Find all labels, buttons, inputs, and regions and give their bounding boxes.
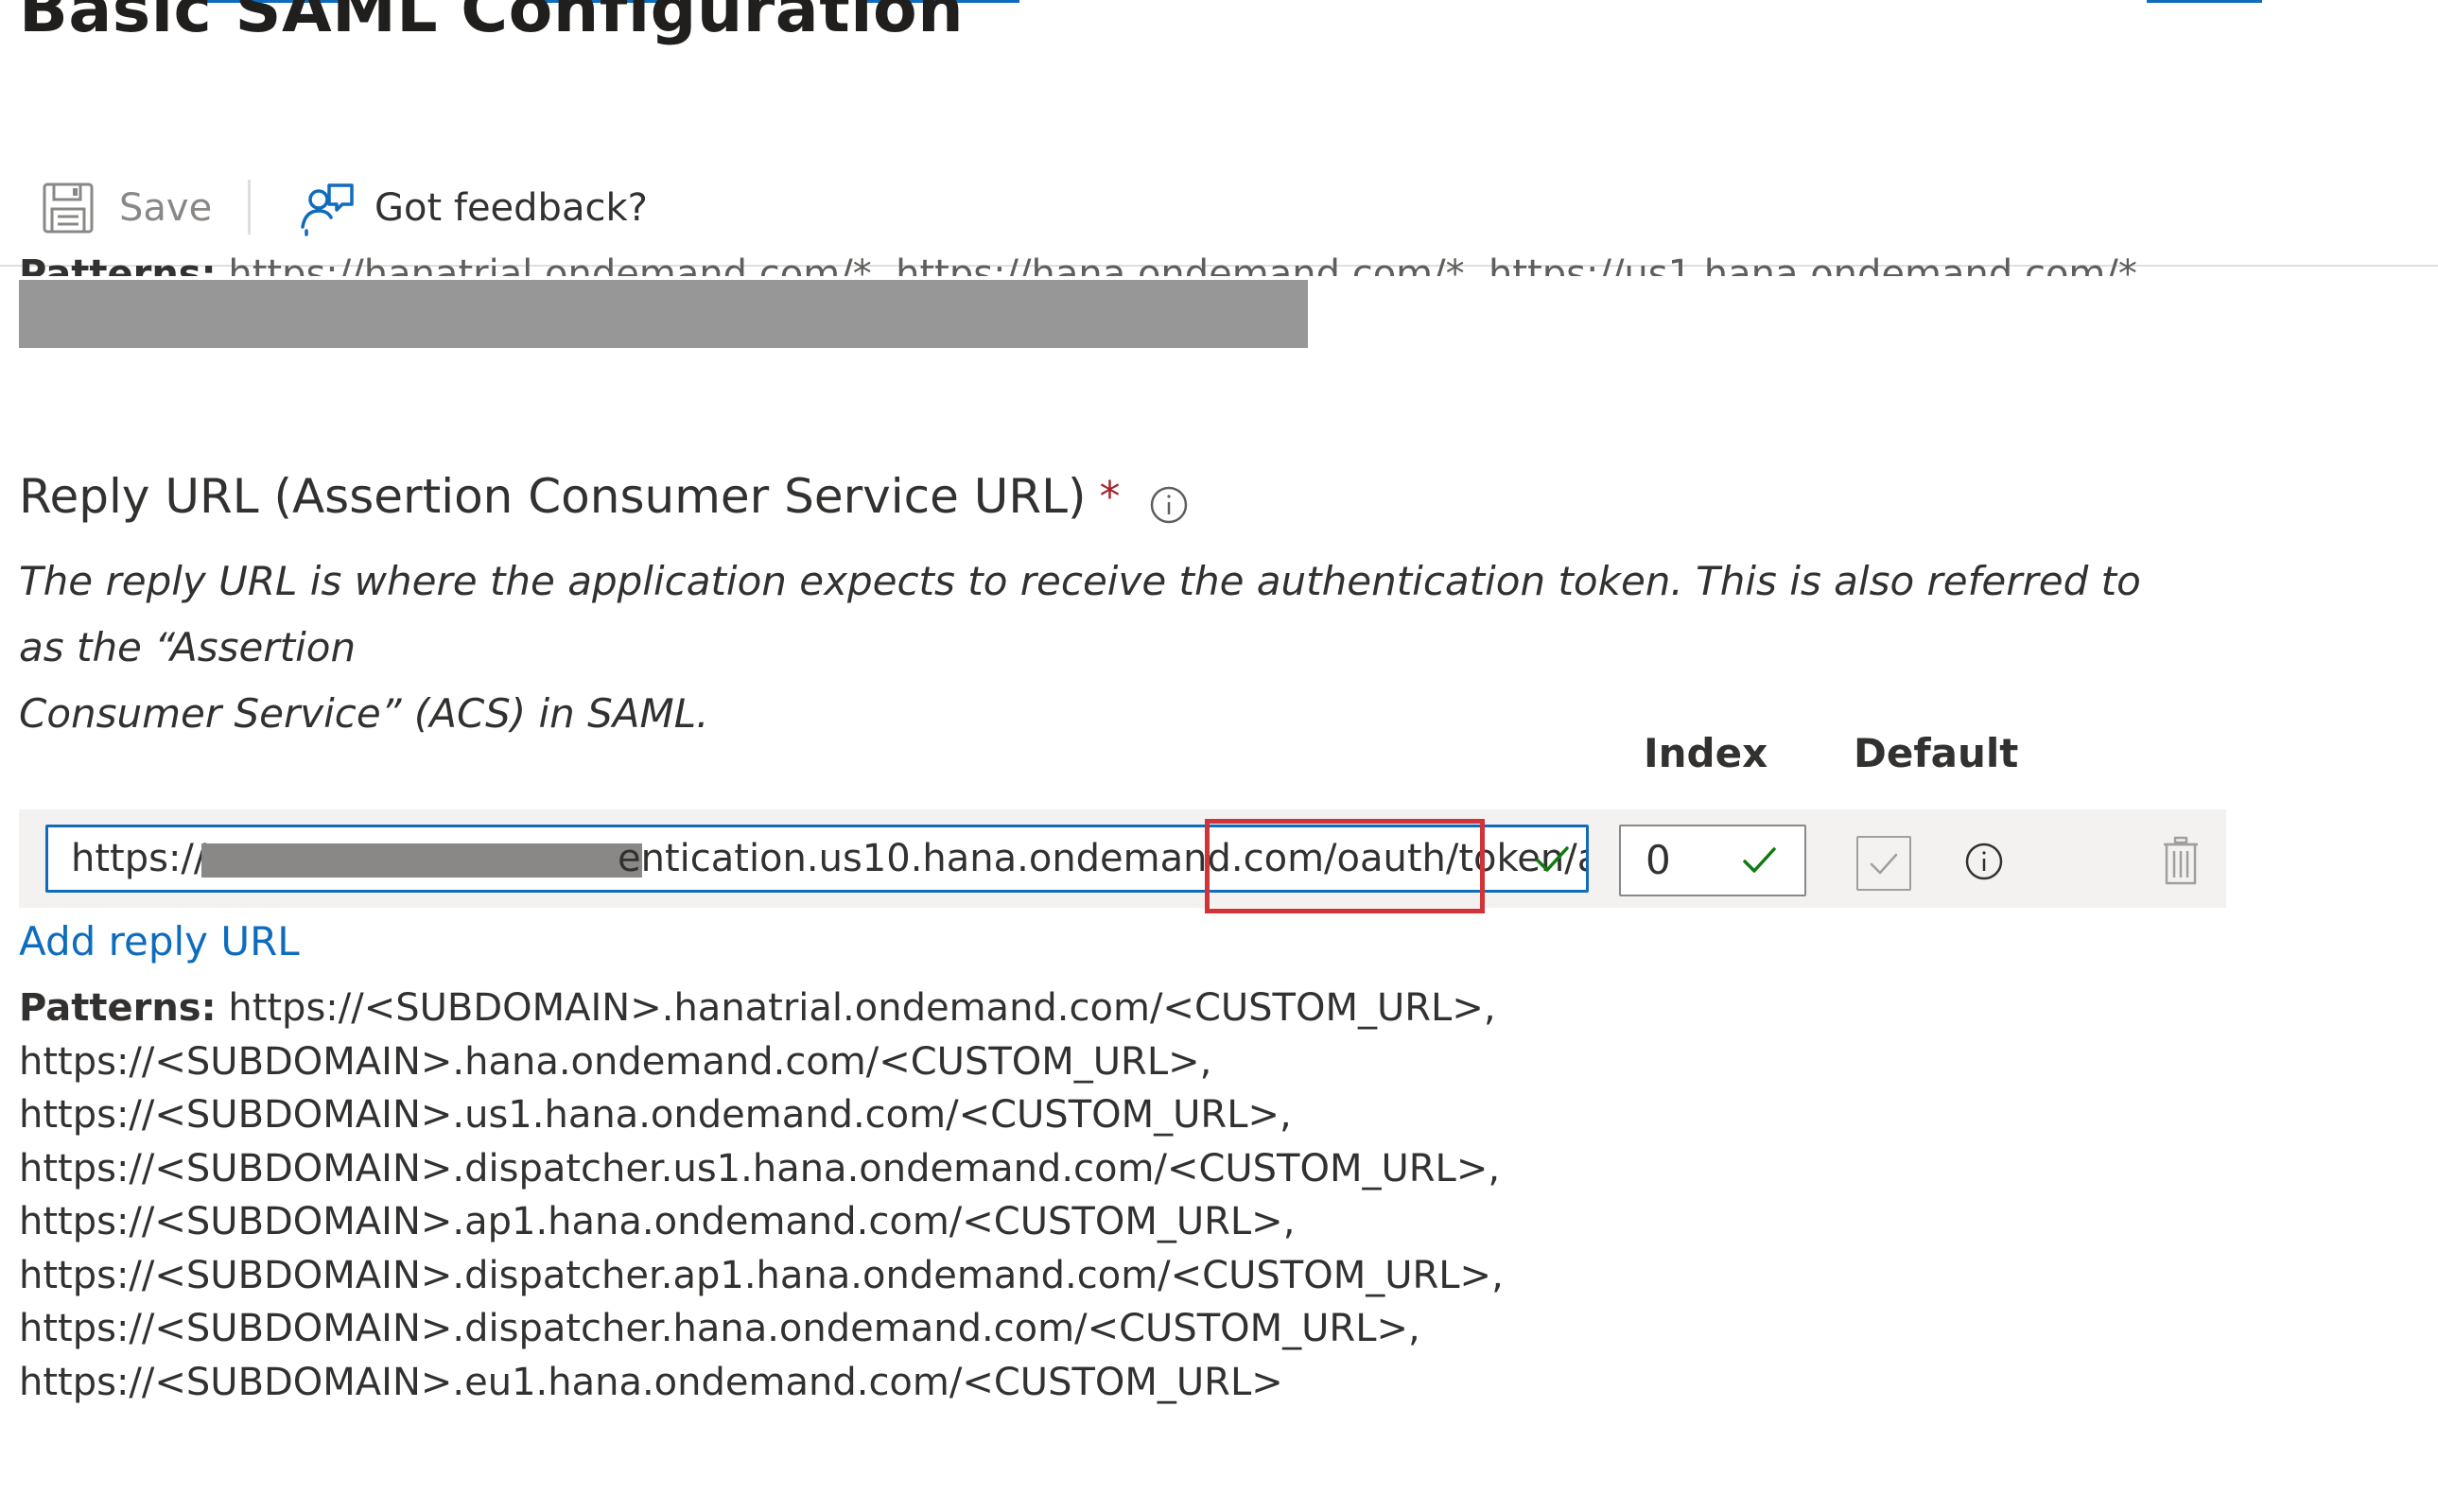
index-value: 0 — [1646, 837, 1671, 883]
pattern-line: https://<SUBDOMAIN>.dispatcher.ap1.hana.… — [19, 1253, 1504, 1297]
feedback-button[interactable]: Got feedback? — [299, 180, 648, 236]
patterns-label: Patterns: — [19, 986, 217, 1030]
trash-icon[interactable] — [2162, 836, 2200, 885]
pattern-text: https://<SUBDOMAIN>.hanatrial.ondemand.c… — [216, 986, 1496, 1030]
required-marker: * — [1099, 472, 1121, 521]
previous-patterns-label: Patterns: — [19, 252, 217, 276]
reply-url-description-line-2: Consumer Service” (ACS) in SAML. — [19, 690, 709, 737]
reply-url-label: Reply URL (Assertion Consumer Service UR… — [19, 469, 1189, 524]
reply-url-value-end: entication.us10.hana.ondemand.com/oauth/… — [618, 837, 1589, 880]
previous-patterns-cut: Patterns: https://hanatrial.ondemand.com… — [19, 236, 2150, 276]
checkmark-icon — [1740, 842, 1778, 879]
checkmark-icon — [1533, 841, 1571, 878]
reply-url-input[interactable]: https:// entication.us10.hana.ondemand.c… — [45, 825, 1589, 893]
pattern-line: https://<SUBDOMAIN>.hana.ondemand.com/<C… — [19, 1039, 1212, 1084]
info-icon[interactable] — [1964, 842, 2004, 881]
reply-url-description: The reply URL is where the application e… — [19, 548, 2175, 747]
toolbar-separator — [248, 180, 251, 235]
save-icon — [42, 182, 95, 235]
save-button[interactable]: Save — [42, 180, 212, 236]
pattern-line: https://<SUBDOMAIN>.eu1.hana.ondemand.co… — [19, 1360, 1283, 1404]
redacted-subdomain — [201, 843, 642, 878]
info-icon[interactable] — [1149, 481, 1189, 524]
redacted-field — [19, 280, 1308, 348]
feedback-icon — [299, 180, 356, 236]
feedback-label: Got feedback? — [374, 186, 648, 230]
previous-patterns-text: https://hanatrial.ondemand.com/*, https:… — [216, 252, 2150, 276]
index-input[interactable]: 0 — [1619, 825, 1806, 896]
reply-url-value-start: https:// — [71, 837, 207, 880]
reply-url-patterns: Patterns: https://<SUBDOMAIN>.hanatrial.… — [19, 982, 1504, 1409]
index-column-header: Index — [1644, 730, 1768, 776]
pattern-line: Patterns: https://<SUBDOMAIN>.hanatrial.… — [19, 982, 1504, 1035]
reply-url-label-text: Reply URL (Assertion Consumer Service UR… — [19, 469, 1087, 524]
page-title: Basic SAML Configuration — [19, 0, 965, 47]
default-checkbox[interactable] — [1856, 836, 1911, 891]
top-link-fragment-4[interactable] — [2147, 0, 2262, 3]
pattern-line: https://<SUBDOMAIN>.dispatcher.hana.onde… — [19, 1307, 1420, 1350]
save-label: Save — [119, 186, 213, 230]
pattern-line: https://<SUBDOMAIN>.dispatcher.us1.hana.… — [19, 1146, 1501, 1190]
pattern-line: https://<SUBDOMAIN>.us1.hana.ondemand.co… — [19, 1093, 1292, 1137]
default-column-header: Default — [1854, 730, 2019, 776]
add-reply-url-link[interactable]: Add reply URL — [19, 913, 300, 970]
pattern-line: https://<SUBDOMAIN>.ap1.hana.ondemand.co… — [19, 1200, 1296, 1243]
reply-url-description-line-1: The reply URL is where the application e… — [19, 558, 2141, 670]
